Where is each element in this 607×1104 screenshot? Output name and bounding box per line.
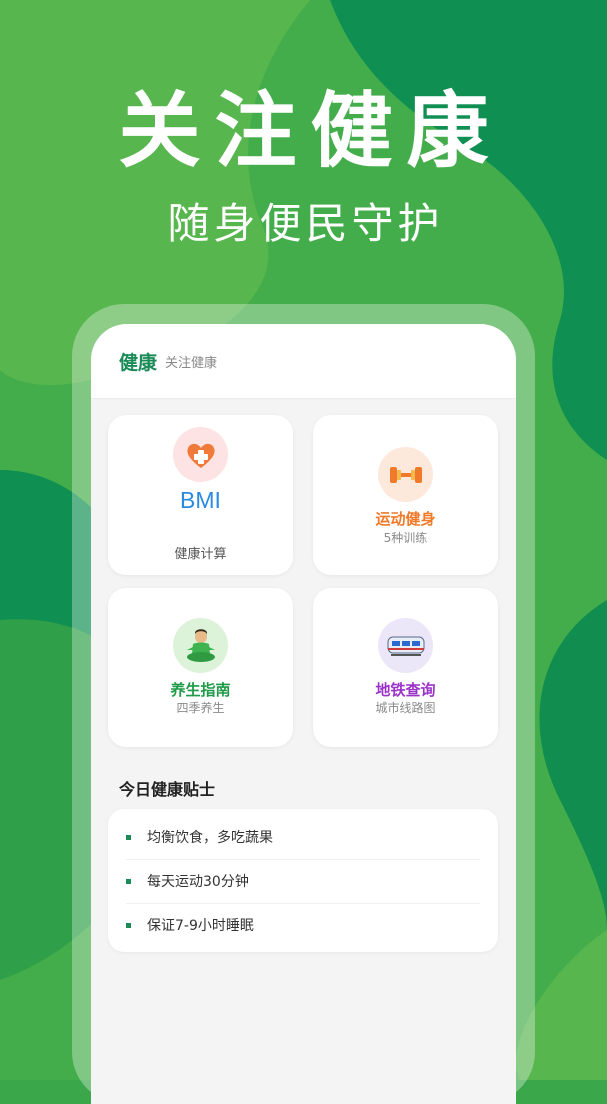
bullet-icon: [126, 878, 131, 884]
card-metro-desc: 城市线路图: [375, 701, 436, 715]
card-metro[interactable]: 地铁查询 城市线路图: [313, 588, 498, 747]
tip-item: 每天运动30分钟: [126, 859, 480, 904]
tips-card: 均衡饮食，多吃蔬果 每天运动30分钟 保证7-9小时睡眠: [108, 809, 498, 952]
card-bmi-desc: 健康计算: [174, 547, 227, 562]
bmi-label: BMI: [180, 487, 221, 513]
tip-item: 保证7-9小时睡眠: [126, 903, 480, 947]
card-wellness[interactable]: 养生指南 四季养生: [108, 588, 293, 747]
hero-title: 关注健康: [118, 84, 503, 179]
meditation-person-icon: [173, 618, 228, 673]
app-subtitle: 关注健康: [165, 355, 218, 371]
tip-text: 保证7-9小时睡眠: [147, 918, 254, 934]
metro-train-icon: [378, 618, 433, 673]
tip-text: 均衡饮食，多吃蔬果: [147, 830, 273, 846]
bullet-icon: [126, 922, 131, 928]
app-header: 健康 关注健康: [91, 324, 516, 399]
app-title: 健康: [119, 351, 158, 374]
bullet-icon: [126, 834, 131, 840]
tip-item: 均衡饮食，多吃蔬果: [126, 815, 480, 860]
card-wellness-desc: 四季养生: [176, 701, 225, 715]
tips-section-title: 今日健康贴士: [119, 780, 216, 799]
dumbbell-icon: [378, 447, 433, 502]
card-fitness[interactable]: 运动健身 5种训练: [313, 415, 498, 575]
tip-text: 每天运动30分钟: [147, 874, 249, 890]
phone-screen: 健康 关注健康 BMI 健康计算 运动健身 5种训练 养生指南 四季养生 地铁查…: [91, 324, 516, 1104]
card-fitness-name: 运动健身: [375, 510, 436, 528]
heart-plus-icon: [173, 427, 228, 482]
card-fitness-desc: 5种训练: [383, 531, 428, 545]
card-wellness-name: 养生指南: [170, 681, 231, 699]
card-metro-name: 地铁查询: [375, 681, 436, 699]
card-bmi[interactable]: BMI 健康计算: [108, 415, 293, 575]
hero-subtitle: 随身便民守护: [167, 199, 444, 248]
